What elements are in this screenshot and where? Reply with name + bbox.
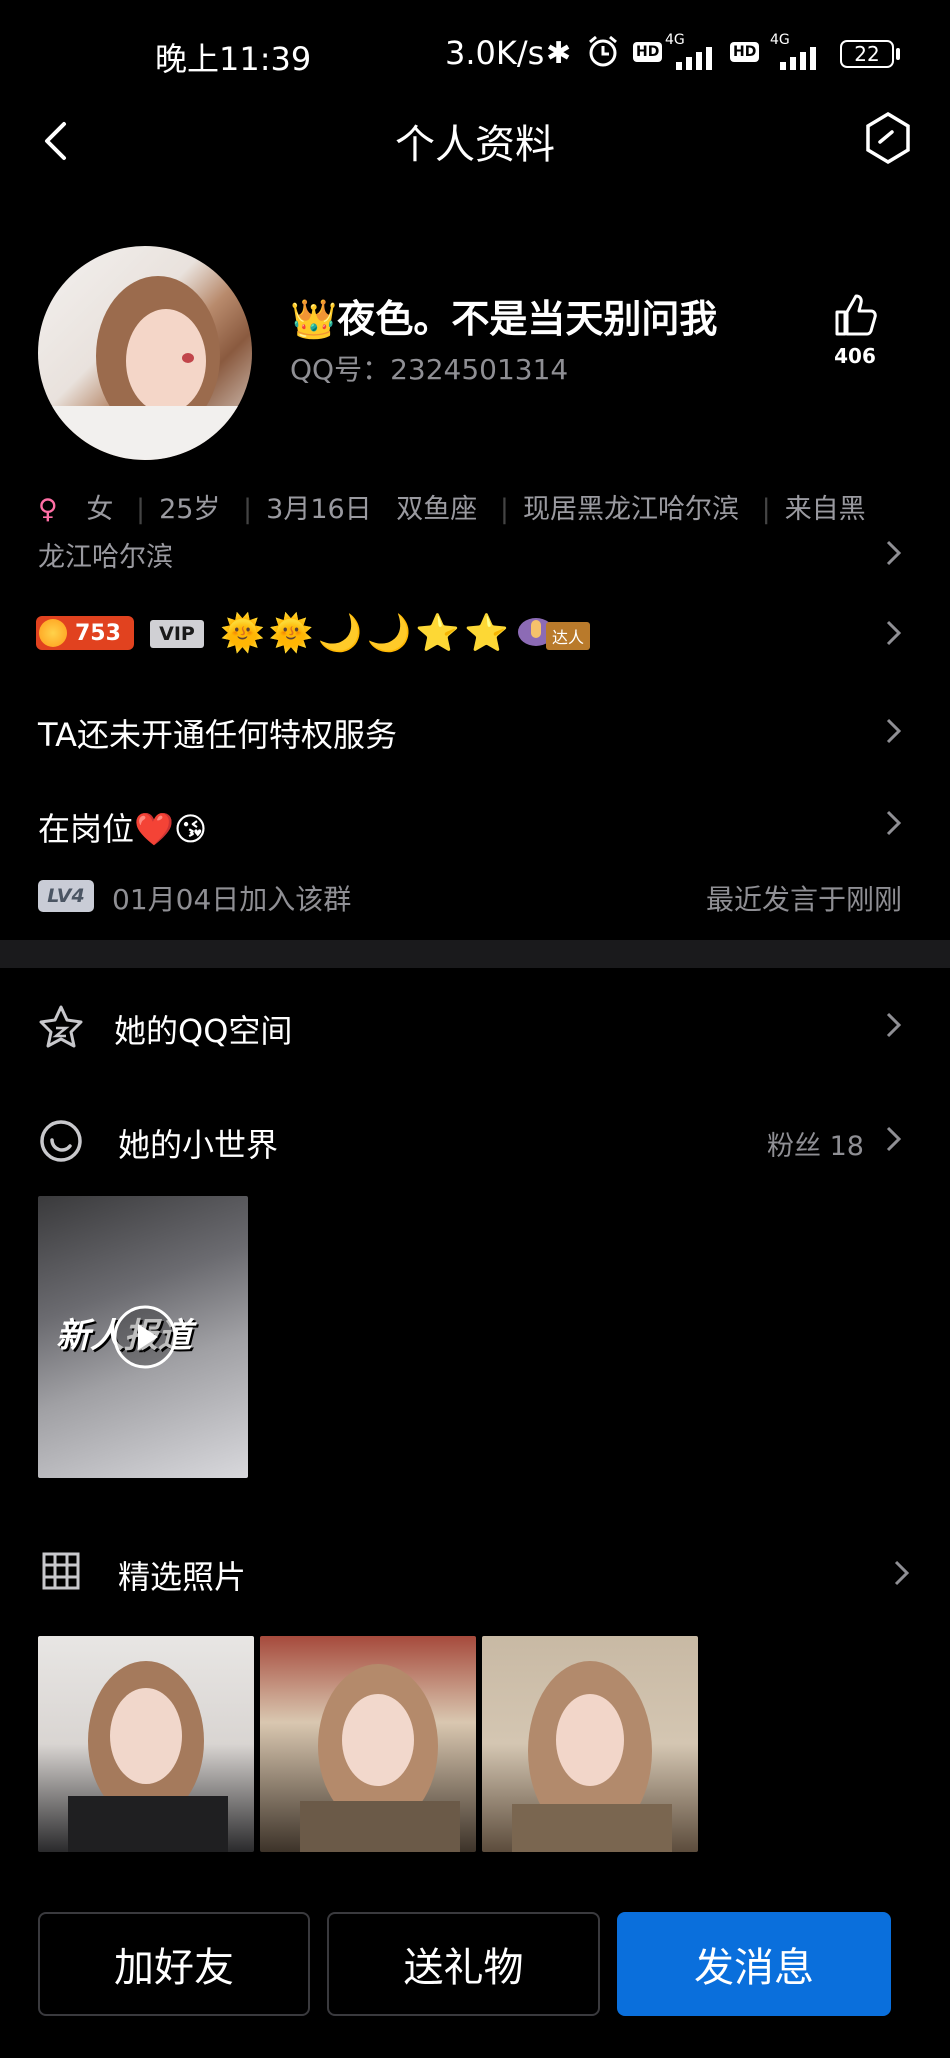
sun-icon: 🌞 xyxy=(220,613,269,654)
qzone-star-icon xyxy=(39,1005,83,1048)
signature-text: 在岗位❤️😘 xyxy=(38,810,208,848)
photo-content xyxy=(68,1661,228,1852)
small-world-video[interactable]: 新人报道 xyxy=(38,1196,248,1478)
chevron-right-icon xyxy=(878,716,908,746)
divider: | xyxy=(243,494,253,525)
photos-row[interactable]: 精选照片 xyxy=(0,1536,950,1606)
level-points: 753 xyxy=(75,620,121,646)
fans-count: 粉丝 18 xyxy=(767,1131,864,1162)
star-icon: ⭐ xyxy=(464,613,513,654)
featured-photo-3[interactable] xyxy=(482,1636,698,1852)
gender-female-icon: ♀ xyxy=(38,494,58,525)
battery-tip xyxy=(896,48,900,60)
status-bar: 晚上11:39 3.0K/s ✱ HD 4G HD 4G 22 xyxy=(0,0,950,108)
like-count: 406 xyxy=(834,344,876,368)
talent-badge[interactable]: 达人 xyxy=(516,614,600,650)
like-button[interactable]: 406 xyxy=(820,292,890,368)
send-message-button[interactable]: 发消息 xyxy=(617,1912,891,2016)
section-divider xyxy=(0,940,950,968)
small-world-icon xyxy=(40,1120,82,1162)
status-time: 晚上11:39 xyxy=(155,40,312,78)
level-icons: 🌞🌞🌙🌙⭐⭐ xyxy=(220,612,513,654)
alarm-icon xyxy=(586,34,620,72)
level-badge[interactable]: 753 xyxy=(36,616,134,650)
grid-icon xyxy=(42,1552,80,1590)
avatar-photo xyxy=(38,276,252,460)
moon-icon: 🌙 xyxy=(366,613,416,654)
thumbs-up-icon xyxy=(835,294,877,336)
chevron-right-icon xyxy=(878,618,908,648)
battery-level: 22 xyxy=(854,42,880,66)
hometown-part1: 来自黑 xyxy=(784,494,866,525)
play-icon xyxy=(113,1305,177,1369)
featured-photo-1[interactable] xyxy=(38,1636,254,1852)
signal-icon xyxy=(672,44,722,74)
photo-content xyxy=(512,1661,672,1852)
featured-photo-2[interactable] xyxy=(260,1636,476,1852)
qzone-label: 她的QQ空间 xyxy=(114,1012,293,1050)
birthday: 3月16日 xyxy=(266,494,372,525)
signal-icon-2 xyxy=(776,44,826,74)
avatar[interactable] xyxy=(38,246,252,460)
talent-label: 达人 xyxy=(546,622,591,650)
vip-badge[interactable]: VIP xyxy=(150,620,204,648)
chevron-right-icon xyxy=(878,1124,908,1154)
moon-icon: 🌙 xyxy=(317,613,367,654)
photo-content xyxy=(300,1664,460,1852)
last-speak: 最近发言于刚刚 xyxy=(705,883,902,916)
small-world-row[interactable]: 她的小世界 粉丝 18 xyxy=(0,1104,950,1174)
hd-badge-2: HD xyxy=(730,42,760,62)
join-date: 01月04日加入该群 xyxy=(112,883,352,916)
privilege-row[interactable]: TA还未开通任何特权服务 xyxy=(0,696,950,766)
hometown-part2: 龙江哈尔滨 xyxy=(38,542,173,573)
settings-button[interactable] xyxy=(862,110,914,166)
chevron-right-icon xyxy=(886,1558,916,1588)
add-friend-button[interactable]: 加好友 xyxy=(38,1912,310,2016)
battery-icon: 22 xyxy=(840,40,894,68)
qzone-row[interactable]: 她的QQ空间 xyxy=(0,990,950,1060)
chevron-right-icon xyxy=(878,808,908,838)
zodiac: 双鱼座 xyxy=(396,494,478,525)
hd-badge: HD xyxy=(633,42,663,62)
divider: | xyxy=(761,494,771,525)
star-icon: ⭐ xyxy=(415,613,465,654)
sun-level-icon xyxy=(39,619,67,647)
profile-name: 👑夜色。不是当天别问我 xyxy=(290,297,718,341)
chevron-right-icon xyxy=(878,538,908,568)
bluetooth-icon: ✱ xyxy=(546,36,572,71)
chevron-right-icon xyxy=(878,1010,908,1040)
qq-number: QQ号：2324501314 xyxy=(290,353,569,386)
age: 25岁 xyxy=(159,494,221,525)
divider: | xyxy=(135,494,146,525)
privilege-text: TA还未开通任何特权服务 xyxy=(38,716,397,754)
location: 现居黑龙江哈尔滨 xyxy=(522,494,739,525)
gender: 女 xyxy=(86,494,114,525)
send-gift-button[interactable]: 送礼物 xyxy=(327,1912,600,2016)
group-level-badge: LV4 xyxy=(38,880,94,912)
profile-info[interactable]: ♀ 女 | 25岁 | 3月16日 双鱼座 | 现居黑龙江哈尔滨 | 来自黑 龙江哈尔滨 xyxy=(38,486,908,582)
network-speed: 3.0K/s xyxy=(445,34,545,72)
signature-row[interactable]: 在岗位❤️😘 xyxy=(0,790,950,860)
page-title: 个人资料 xyxy=(395,122,555,168)
photos-label: 精选照片 xyxy=(118,1558,247,1596)
hexagon-settings-icon xyxy=(866,111,910,165)
sun-icon: 🌞 xyxy=(268,613,318,654)
small-world-label: 她的小世界 xyxy=(118,1126,279,1164)
divider: | xyxy=(499,494,509,525)
